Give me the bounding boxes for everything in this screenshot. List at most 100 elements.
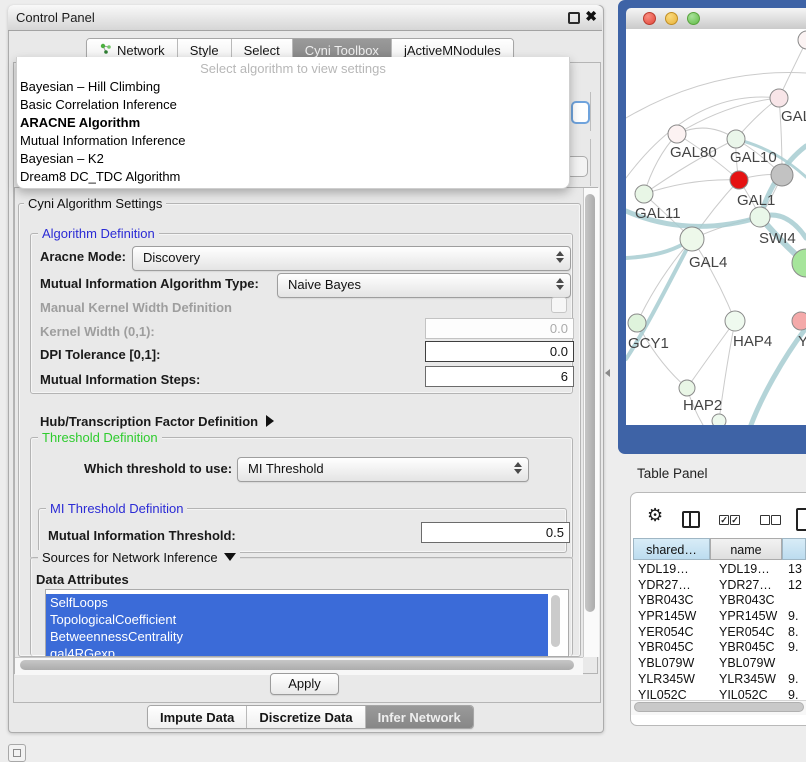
- close-icon[interactable]: ✖: [585, 8, 597, 25]
- select-all-checkbox-icon[interactable]: ✓: [719, 515, 729, 525]
- network-node-gal10[interactable]: [727, 130, 745, 148]
- network-node-label: GAL80: [670, 144, 717, 161]
- column-header-name[interactable]: name: [710, 538, 782, 560]
- table-row[interactable]: YDL19…YDL19…13: [633, 562, 806, 578]
- network-node-gal80[interactable]: [668, 125, 686, 143]
- table-row[interactable]: YBL079WYBL079W: [633, 656, 806, 672]
- zoom-traffic-light-icon[interactable]: [687, 12, 700, 25]
- table-cell: YPR145W: [633, 609, 710, 625]
- column-header-partial[interactable]: [782, 538, 806, 560]
- table-row[interactable]: YPR145WYPR145W9.: [633, 609, 806, 625]
- network-node-gal4[interactable]: [680, 227, 704, 251]
- attribute-item-betweennesscentrality[interactable]: BetweennessCentrality: [46, 628, 548, 645]
- control-panel-titlebar[interactable]: Control Panel ✖: [8, 5, 602, 31]
- data-attributes-list[interactable]: SelfLoopsTopologicalCoefficientBetweenne…: [45, 589, 569, 657]
- mi-type-label: Mutual Information Algorithm Type:: [40, 276, 259, 291]
- table-function-icon[interactable]: [796, 508, 806, 531]
- network-canvas[interactable]: GALGAL80GAL10GAL1GAL11SWI4GAL4GCY1HAP4YH…: [626, 29, 806, 425]
- network-node[interactable]: [712, 414, 726, 425]
- table-cell: 13: [782, 562, 806, 578]
- attribute-item-topologicalcoefficient[interactable]: TopologicalCoefficient: [46, 611, 548, 628]
- column-header-shared-name[interactable]: shared…: [633, 538, 710, 560]
- network-node-label: GAL4: [689, 254, 727, 271]
- table-cell: YER054C: [710, 625, 782, 641]
- table-cell: 12: [782, 578, 806, 594]
- table-hscrollbar-thumb[interactable]: [634, 702, 804, 712]
- manual-kernel-checkbox[interactable]: [551, 297, 567, 313]
- algorithm-option-mutual-information-inference[interactable]: Mutual Information Inference: [17, 132, 569, 150]
- table-cell: YIL052C: [710, 688, 782, 701]
- table-row[interactable]: YIL052CYIL052C9.: [633, 688, 806, 701]
- table-row[interactable]: YBR045CYBR045C9.: [633, 640, 806, 656]
- network-node-label: GAL11: [635, 205, 681, 222]
- algorithm-option-bayesian-k2[interactable]: Bayesian – K2: [17, 150, 569, 168]
- algorithm-dropdown-popup: Select algorithm to view settings Bayesi…: [16, 57, 570, 189]
- minimized-panel-icon[interactable]: [8, 744, 26, 762]
- network-node-swi4[interactable]: [750, 207, 770, 227]
- table-row[interactable]: YDR27…YDR27…12: [633, 578, 806, 594]
- deselect-all-checkbox-icon[interactable]: [771, 515, 781, 525]
- node-table-body: YDL19…YDL19…13YDR27…YDR27…12YBR043CYBR04…: [633, 562, 806, 700]
- network-node-y[interactable]: [792, 312, 806, 330]
- bottom-tab-impute-data[interactable]: Impute Data: [148, 706, 247, 728]
- network-node-label: GAL1: [737, 192, 775, 209]
- mi-type-select[interactable]: Naive Bayes: [277, 273, 571, 298]
- vertical-scrollbar-thumb[interactable]: [585, 194, 595, 612]
- algorithm-definition-title: Algorithm Definition: [38, 226, 159, 241]
- bottom-tab-infer-network[interactable]: Infer Network: [366, 706, 473, 728]
- which-threshold-select[interactable]: MI Threshold: [237, 457, 529, 482]
- table-cell: YDR27…: [633, 578, 710, 594]
- apply-button[interactable]: Apply: [270, 673, 339, 695]
- mi-steps-field[interactable]: 6: [425, 366, 574, 387]
- algorithm-option-bayesian-hill-climbing[interactable]: Bayesian – Hill Climbing: [17, 78, 569, 96]
- panel-resize-handle[interactable]: [605, 369, 610, 377]
- select-all-checkbox-icon[interactable]: ✓: [730, 515, 740, 525]
- minimize-traffic-light-icon[interactable]: [665, 12, 678, 25]
- algorithm-option-basic-correlation-inference[interactable]: Basic Correlation Inference: [17, 96, 569, 114]
- control-panel-title: Control Panel: [16, 10, 95, 25]
- network-node-gal1[interactable]: [730, 171, 748, 189]
- gear-icon[interactable]: ⚙: [647, 506, 663, 524]
- network-node-label: GCY1: [628, 335, 669, 352]
- network-node[interactable]: [798, 31, 806, 49]
- stepper-icon: [556, 251, 564, 263]
- network-node-gcy1[interactable]: [628, 314, 646, 332]
- sources-disclosure[interactable]: Sources for Network Inference: [38, 550, 240, 565]
- horizontal-scrollbar-thumb[interactable]: [20, 660, 574, 670]
- hidden-groupbox-edge: [590, 92, 591, 131]
- attribute-item-gal4rgexp[interactable]: gal4RGexp: [46, 645, 548, 657]
- network-edge: [644, 180, 739, 194]
- attribute-item-selfloops[interactable]: SelfLoops: [46, 594, 548, 611]
- aracne-mode-value: Discovery: [143, 250, 200, 265]
- network-node-gal11[interactable]: [635, 185, 653, 203]
- aracne-mode-select[interactable]: Discovery: [132, 246, 571, 271]
- which-threshold-label: Which threshold to use:: [84, 461, 232, 476]
- table-row[interactable]: YBR043CYBR043C: [633, 593, 806, 609]
- cyni-bottom-tabs: Impute DataDiscretize DataInfer Network: [147, 705, 474, 729]
- network-node[interactable]: [771, 164, 793, 186]
- network-node-gal[interactable]: [770, 89, 788, 107]
- table-cell: YDL19…: [633, 562, 710, 578]
- algorithm-option-aracne-algorithm[interactable]: ARACNE Algorithm: [17, 114, 569, 132]
- algorithm-placeholder: Select algorithm to view settings: [17, 57, 569, 78]
- dpi-tolerance-field[interactable]: 0.0: [425, 341, 574, 362]
- table-row[interactable]: YLR345WYLR345W9.: [633, 672, 806, 688]
- algorithm-option-dream8-dc-tdc-algorithm[interactable]: Dream8 DC_TDC Algorithm: [17, 168, 569, 186]
- bottom-tab-discretize-data[interactable]: Discretize Data: [247, 706, 365, 728]
- network-node-hap4[interactable]: [725, 311, 745, 331]
- attributes-scrollbar-thumb[interactable]: [551, 595, 560, 647]
- dpi-tolerance-label: DPI Tolerance [0,1]:: [40, 347, 160, 362]
- maximize-icon[interactable]: [568, 12, 580, 24]
- network-edge: [637, 323, 687, 388]
- deselect-all-checkbox-icon[interactable]: [760, 515, 770, 525]
- close-traffic-light-icon[interactable]: [643, 12, 656, 25]
- kernel-width-field[interactable]: 0.0: [425, 318, 574, 339]
- network-node-hap2[interactable]: [679, 380, 695, 396]
- table-row[interactable]: YER054CYER054C8.: [633, 625, 806, 641]
- network-window-titlebar[interactable]: [626, 8, 806, 30]
- columns-icon[interactable]: [682, 511, 700, 528]
- network-edge: [687, 321, 735, 388]
- hub-definition-disclosure[interactable]: Hub/Transcription Factor Definition: [40, 414, 274, 429]
- mi-threshold-field[interactable]: 0.5: [421, 522, 570, 543]
- manual-kernel-label: Manual Kernel Width Definition: [40, 300, 232, 315]
